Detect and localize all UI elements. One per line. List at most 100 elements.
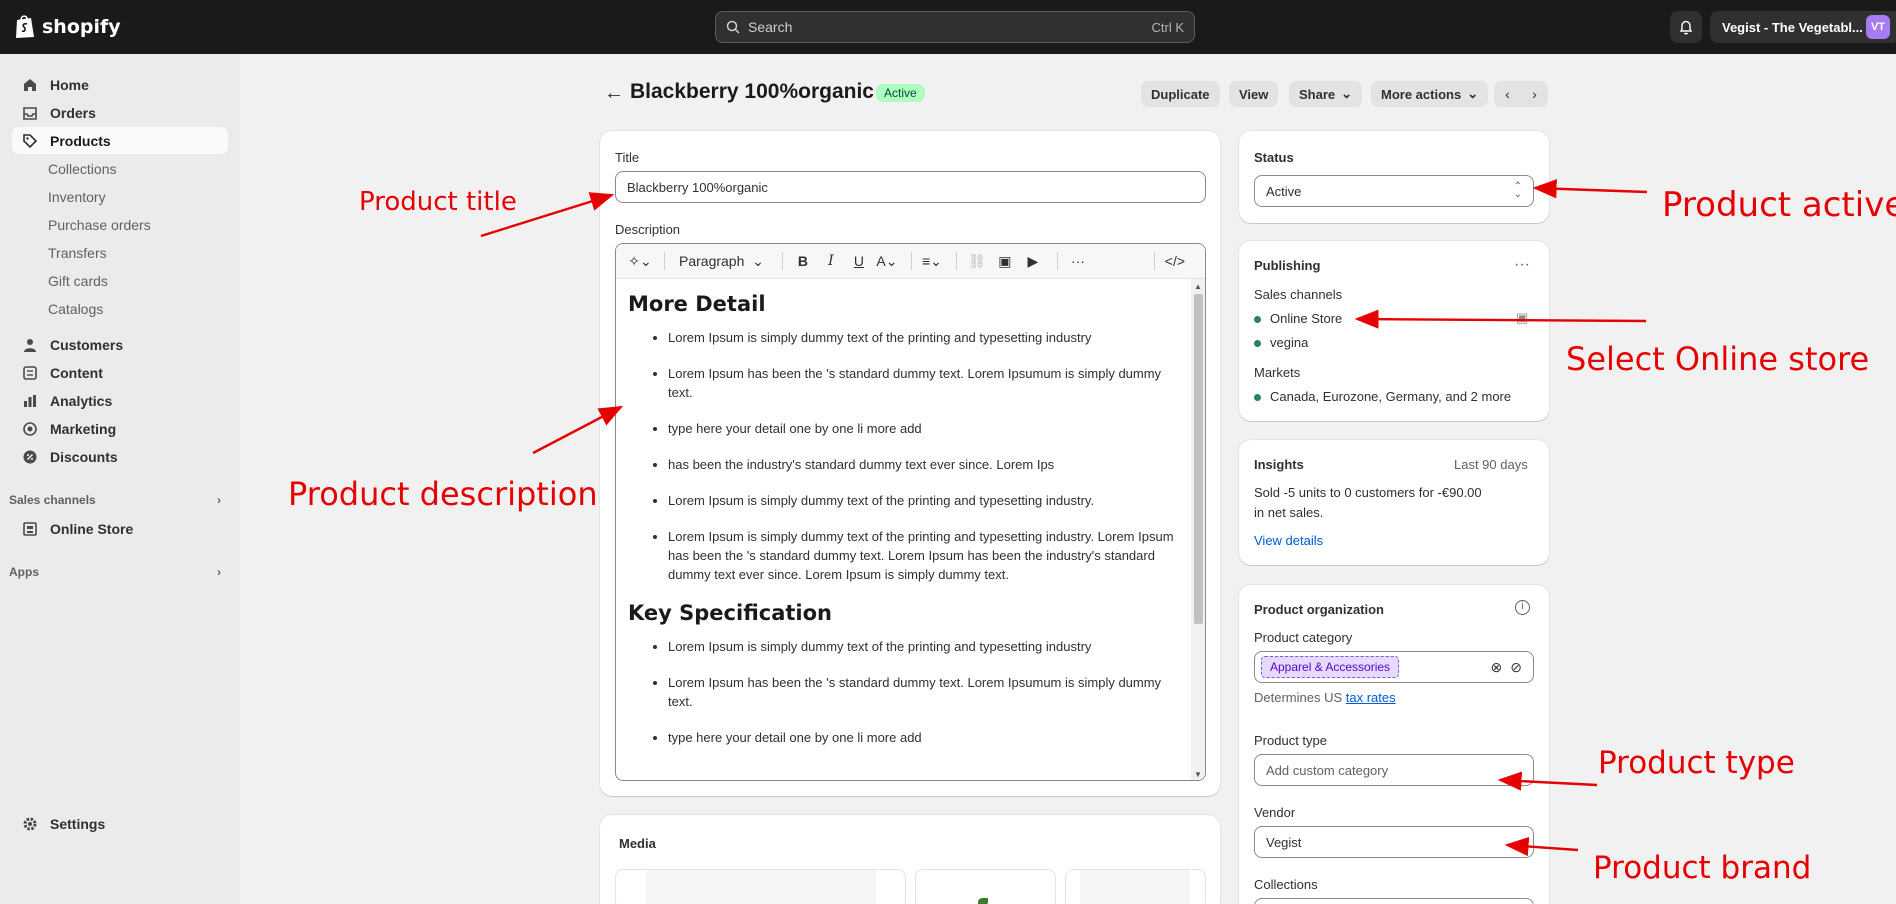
- editor-scrollbar[interactable]: ▲ ▼: [1191, 279, 1205, 780]
- product-type-input[interactable]: Add custom category: [1254, 754, 1534, 786]
- insights-summary-line2: in net sales.: [1254, 505, 1324, 520]
- link-icon[interactable]: ⛓: [965, 249, 989, 273]
- scroll-up-icon[interactable]: ▲: [1194, 282, 1202, 291]
- list-item: type here your detail one by one li more…: [668, 728, 1181, 747]
- notifications-button[interactable]: [1670, 11, 1702, 43]
- paragraph-label: Paragraph: [679, 253, 745, 269]
- clear-icon[interactable]: ⊗: [1491, 659, 1503, 676]
- sidebar-item-customers[interactable]: Customers: [12, 331, 228, 358]
- store-name: Vegist - The Vegetabl...: [1722, 19, 1863, 35]
- insights-label: Insights: [1254, 457, 1304, 472]
- more-actions-button[interactable]: More actions ⌄: [1371, 81, 1489, 107]
- back-arrow-icon[interactable]: ←: [604, 82, 624, 105]
- discount-icon: [23, 450, 37, 463]
- code-view-icon[interactable]: </>: [1163, 249, 1187, 273]
- sidebar-sub-collections[interactable]: Collections: [48, 161, 116, 181]
- list-item: Lorem Ipsum is simply dummy text of the …: [668, 328, 1181, 347]
- sidebar-item-discounts[interactable]: Discounts: [12, 443, 228, 470]
- annotation-product-type: Product type: [1598, 745, 1795, 781]
- sidebar-item-analytics[interactable]: Analytics: [12, 387, 228, 414]
- avatar: VT: [1866, 15, 1890, 39]
- toolbar-divider: [664, 252, 665, 270]
- shopify-bag-icon: [16, 15, 34, 38]
- sidebar-sub-purchase-orders[interactable]: Purchase orders: [48, 217, 151, 237]
- description-editor[interactable]: ✧⌄ Paragraph ⌄ B I U A⌄ ≡⌄ ⛓ ▣ ▶ ··· </>…: [615, 243, 1206, 781]
- confirm-icon[interactable]: ⊘: [1510, 659, 1522, 676]
- person-icon: [24, 338, 36, 352]
- more-options-icon[interactable]: ···: [1514, 256, 1530, 274]
- chevron-down-icon: ⌄: [1341, 86, 1353, 101]
- align-icon[interactable]: ≡⌄: [920, 249, 944, 273]
- search-bar[interactable]: Search Ctrl K: [715, 11, 1195, 43]
- sidebar-item-online-store[interactable]: Online Store: [12, 515, 228, 542]
- status-label: Status: [1254, 150, 1294, 165]
- sidebar-item-orders[interactable]: Orders: [12, 99, 228, 126]
- vendor-input[interactable]: Vegist: [1254, 826, 1534, 858]
- bold-icon[interactable]: B: [791, 249, 815, 273]
- channel-vegina: vegina: [1254, 335, 1308, 350]
- status-select[interactable]: Active ⌃ ⌄: [1254, 175, 1534, 207]
- determines-text: Determines US: [1254, 690, 1343, 705]
- sidebar-item-products[interactable]: Products: [12, 127, 228, 154]
- gear-icon: [23, 817, 37, 831]
- paragraph-select[interactable]: Paragraph ⌄: [673, 249, 770, 273]
- video-icon[interactable]: ▶: [1021, 249, 1045, 273]
- toolbar-divider: [1153, 252, 1155, 270]
- media-label: Media: [619, 836, 656, 851]
- sidebar-item-home[interactable]: Home: [12, 71, 228, 98]
- product-type-label: Product type: [1254, 733, 1327, 748]
- scroll-down-icon[interactable]: ▼: [1194, 770, 1202, 779]
- media-thumbnail[interactable]: [915, 869, 1056, 904]
- title-input[interactable]: Blackberry 100%organic: [615, 171, 1206, 203]
- media-thumbnail[interactable]: [615, 869, 906, 904]
- share-button[interactable]: Share ⌄: [1289, 81, 1363, 107]
- ai-magic-icon[interactable]: ✧⌄: [628, 249, 652, 273]
- view-button[interactable]: View: [1229, 81, 1279, 107]
- sidebar-item-label: Content: [50, 364, 103, 381]
- sidebar-sub-gift-cards[interactable]: Gift cards: [48, 273, 108, 293]
- collections-input[interactable]: [1254, 898, 1534, 904]
- view-details-link[interactable]: View details: [1254, 533, 1323, 548]
- sidebar-item-label: Analytics: [50, 392, 113, 409]
- status-badge: Active: [876, 84, 925, 102]
- apps-section[interactable]: Apps ›: [9, 565, 221, 579]
- calendar-icon[interactable]: ▣: [1516, 310, 1528, 326]
- media-image: [646, 870, 876, 904]
- underline-icon[interactable]: U: [847, 249, 871, 273]
- sidebar-sub-catalogs[interactable]: Catalogs: [48, 301, 103, 321]
- channel-status-dot: [1254, 340, 1261, 347]
- duplicate-button[interactable]: Duplicate: [1141, 81, 1220, 107]
- store-menu-button[interactable]: Vegist - The Vegetabl... VT: [1710, 11, 1896, 43]
- more-options-icon[interactable]: ···: [1066, 249, 1090, 273]
- markets-value: Canada, Eurozone, Germany, and 2 more: [1254, 389, 1511, 404]
- category-input[interactable]: Apparel & Accessories ⊗ ⊘: [1254, 651, 1534, 683]
- toolbar-divider: [955, 252, 957, 270]
- sidebar-sub-transfers[interactable]: Transfers: [48, 245, 107, 265]
- sales-channels-section[interactable]: Sales channels ›: [9, 493, 221, 507]
- previous-product-icon[interactable]: ‹: [1505, 86, 1510, 102]
- media-image: [1080, 870, 1190, 904]
- category-chip[interactable]: Apparel & Accessories: [1261, 656, 1400, 678]
- chevron-down-icon: ⌄: [1467, 86, 1479, 101]
- sidebar-item-content[interactable]: Content: [12, 359, 228, 386]
- tax-rates-link[interactable]: tax rates: [1346, 690, 1396, 705]
- sidebar-item-marketing[interactable]: Marketing: [12, 415, 228, 442]
- next-product-icon[interactable]: ›: [1532, 86, 1537, 102]
- editor-content[interactable]: More Detail Lorem Ipsum is simply dummy …: [616, 279, 1193, 780]
- sales-channels-label: Sales channels: [1254, 287, 1343, 302]
- text-color-icon[interactable]: A⌄: [875, 249, 899, 273]
- sidebar-sub-inventory[interactable]: Inventory: [48, 189, 106, 209]
- italic-icon[interactable]: I: [819, 249, 843, 273]
- sidebar-item-settings[interactable]: Settings: [12, 810, 228, 838]
- image-icon[interactable]: ▣: [993, 249, 1017, 273]
- insights-summary-line1: Sold -5 units to 0 customers for -€90.00: [1254, 485, 1482, 500]
- media-thumbnail[interactable]: [1065, 869, 1206, 904]
- scrollbar-thumb[interactable]: [1194, 294, 1203, 624]
- toolbar-divider: [910, 252, 912, 270]
- toolbar-divider: [781, 252, 783, 270]
- apps-label: Apps: [9, 565, 39, 579]
- shopify-logo[interactable]: shopify: [14, 14, 121, 39]
- info-icon[interactable]: i: [1515, 600, 1530, 615]
- list-item: has been the industry's standard dummy t…: [668, 455, 1181, 474]
- settings-label: Settings: [50, 816, 106, 832]
